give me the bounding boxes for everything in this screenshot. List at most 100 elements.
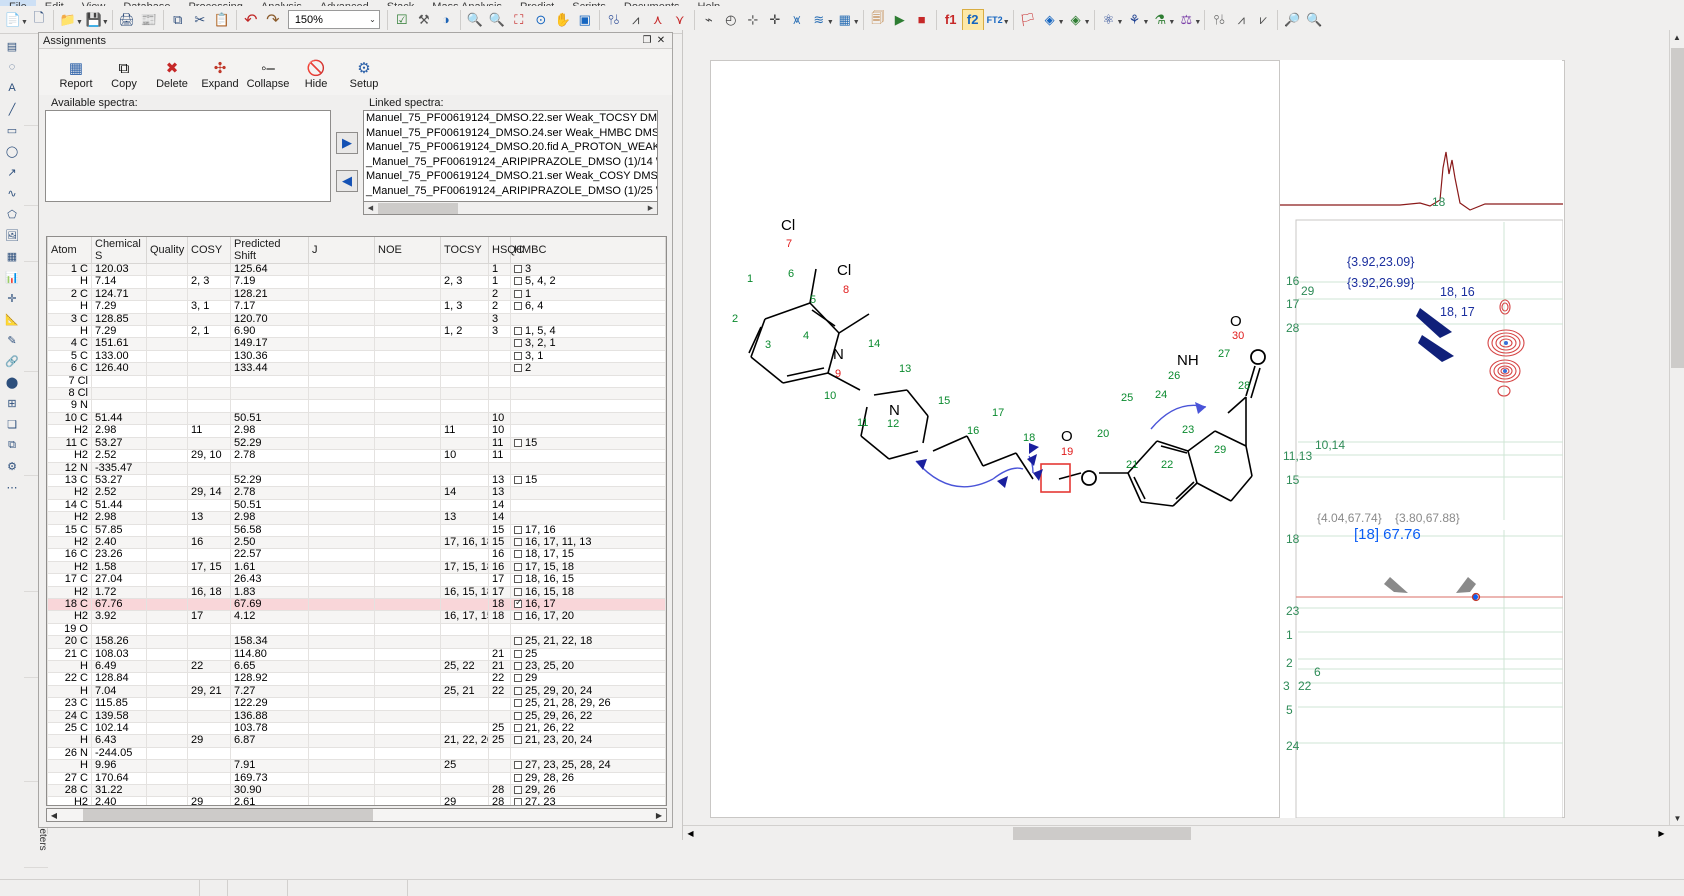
close-panel-button[interactable]: ✕ bbox=[654, 35, 668, 46]
atom-label-22[interactable]: 22 bbox=[1161, 459, 1173, 471]
measure-tool-icon[interactable]: 📐 bbox=[1, 309, 23, 329]
assignment-table-hscrollbar[interactable]: ◀ ▶ bbox=[46, 808, 667, 822]
collapse-button[interactable]: ◦– Collapse bbox=[245, 56, 291, 91]
expand-button[interactable]: ✣ Expand bbox=[197, 56, 243, 90]
table-row[interactable]: 16 C 23.26 22.57 16 18, 17, 15 bbox=[47, 548, 666, 562]
phase-icon[interactable]: ◴ bbox=[720, 9, 742, 31]
scroll-thumb[interactable] bbox=[1671, 48, 1684, 368]
new-from-template-button[interactable]: 🗋 bbox=[28, 9, 50, 31]
table-row[interactable]: 14 C 51.44 50.51 14 bbox=[47, 498, 666, 513]
scroll-track[interactable] bbox=[61, 809, 652, 821]
table-row[interactable]: H2 2.98 13 2.98 13 14 bbox=[47, 511, 666, 525]
atom-label-5[interactable]: 5 bbox=[810, 294, 816, 306]
column-header-tocsy[interactable]: TOCSY bbox=[440, 237, 489, 264]
table-row[interactable]: H 7.29 3, 1 7.17 1, 3 2 6, 4 bbox=[47, 300, 666, 314]
list-item[interactable]: Manuel_75_PF00619124_DMSO.20.fid A_PROTO… bbox=[364, 140, 657, 155]
hmbc-checkbox[interactable] bbox=[514, 339, 522, 348]
hmbc-checkbox[interactable] bbox=[514, 351, 522, 360]
atom-label-16[interactable]: 16 bbox=[967, 425, 979, 437]
undo-button[interactable]: ↶ bbox=[240, 9, 262, 31]
atom-label-18[interactable]: 18 bbox=[1023, 432, 1035, 444]
table-row[interactable]: 18 C67.76 67.69 18 16, 17 bbox=[47, 597, 666, 612]
atom-label-NH[interactable]: NH bbox=[1177, 352, 1199, 369]
fit-icon[interactable]: ▣ bbox=[574, 9, 596, 31]
assign-icon[interactable]: ⚗ bbox=[1149, 9, 1171, 31]
reference-icon[interactable]: ⊹ bbox=[742, 9, 764, 31]
copy-button[interactable]: ⧉ bbox=[167, 9, 189, 31]
layer-tool-icon[interactable]: ❏ bbox=[1, 414, 23, 434]
table-row[interactable]: 23 C 115.85 122.29 25, 21, 28, 29, 26 bbox=[47, 697, 666, 711]
spectrum-panel[interactable]: 18 16 29 17 28 11,13 10,14 15 18 23 1 2 6 3 22 5 24 {3.92… bbox=[1279, 60, 1563, 818]
verify-button[interactable]: ☑ bbox=[391, 9, 413, 31]
table-row[interactable]: H2 1.58 17, 15 1.61 17, 15, 18 16 17, 15, 18 bbox=[47, 560, 666, 575]
peak-picking-icon[interactable]: ⫯⫰ bbox=[603, 9, 625, 31]
image-tool-icon[interactable]: 🖼 bbox=[1, 225, 23, 245]
hmbc-checkbox[interactable] bbox=[514, 562, 522, 571]
table-row[interactable]: H 6.43 29 6.87 21, 22, 26 25 21, 23, 20, 24 bbox=[47, 734, 666, 748]
atom-label-7[interactable]: 7 bbox=[786, 238, 792, 250]
atom-label-O[interactable]: O bbox=[1230, 313, 1242, 330]
annotate-tool-icon[interactable]: ✎ bbox=[1, 330, 23, 350]
hmbc-checkbox[interactable] bbox=[514, 773, 522, 782]
cursor-icon[interactable]: ✛ bbox=[764, 9, 786, 31]
table-row[interactable]: 4 C 151.61 149.17 3, 2, 1 bbox=[47, 337, 666, 351]
group-tool-icon[interactable]: ⧉ bbox=[1, 435, 23, 455]
hmbc-checkbox[interactable] bbox=[514, 525, 522, 534]
scroll-up-icon[interactable]: ▲ bbox=[1670, 30, 1684, 45]
table-row[interactable]: 8 Cl bbox=[47, 387, 666, 401]
spectrum-compare-icon[interactable]: ⩙ bbox=[786, 9, 808, 31]
list-item[interactable]: Manuel_75_PF00619124_DMSO.24.ser Weak_HM… bbox=[364, 126, 657, 141]
table-row[interactable]: H 9.96 7.91 25 27, 23, 25, 28, 24 bbox=[47, 759, 666, 773]
grid-icon[interactable]: ▦ bbox=[834, 9, 856, 31]
table-row[interactable]: H2 2.98 11 2.98 11 10 bbox=[47, 424, 666, 438]
table-row[interactable]: 10 C 51.44 50.51 10 bbox=[47, 411, 666, 426]
atom-label-N[interactable]: N bbox=[833, 346, 844, 363]
atom-label-Cl[interactable]: Cl bbox=[781, 217, 795, 234]
atom-label-1[interactable]: 1 bbox=[747, 273, 753, 285]
zoom-in-icon[interactable]: 🔍 bbox=[464, 9, 486, 31]
delete-button[interactable]: ✖ Delete bbox=[149, 56, 195, 90]
atom-label-11[interactable]: 11 bbox=[857, 417, 868, 429]
atom-label-20[interactable]: 20 bbox=[1097, 428, 1109, 440]
column-header-noe[interactable]: NOE bbox=[374, 237, 441, 264]
column-header-predicted-shift[interactable]: Predicted Shift bbox=[230, 237, 309, 264]
hide-button[interactable]: 🚫 Hide bbox=[293, 56, 339, 90]
integrate-icon[interactable]: ⩘ bbox=[625, 9, 647, 31]
scroll-right-icon[interactable]: ▶ bbox=[652, 811, 666, 820]
hmbc-checkbox[interactable] bbox=[514, 662, 522, 670]
table-row[interactable]: 9 N bbox=[47, 399, 666, 413]
atom-label-N[interactable]: N bbox=[889, 402, 900, 419]
table-row[interactable]: 26 N -244.05 bbox=[47, 746, 666, 761]
crosshair-tool-icon[interactable]: ✛ bbox=[1, 288, 23, 308]
atom-label-15[interactable]: 15 bbox=[938, 395, 950, 407]
table-row[interactable]: 13 C 53.27 52.29 13 15 bbox=[47, 473, 666, 488]
ellipse-tool-icon[interactable]: ◯ bbox=[1, 141, 23, 161]
chart-tool-icon[interactable]: 📊 bbox=[1, 267, 23, 287]
table-row[interactable]: 12 N -335.47 bbox=[47, 461, 666, 475]
atom-label-8[interactable]: 8 bbox=[843, 284, 849, 296]
column-header-hmbc[interactable]: HMBC bbox=[510, 237, 666, 264]
hmbc-checkbox[interactable] bbox=[514, 575, 522, 584]
cosy-icon[interactable]: ◈ bbox=[1065, 9, 1087, 31]
stamp-tool-icon[interactable]: ⬤ bbox=[1, 372, 23, 392]
table-row[interactable]: 20 C 158.26 158.34 25, 21, 22, 18 bbox=[47, 635, 666, 649]
molecule-icon[interactable]: ⚛ bbox=[1098, 9, 1120, 31]
table-row[interactable]: 7 Cl bbox=[47, 374, 666, 389]
table-tool-icon[interactable]: ▦ bbox=[1, 246, 23, 266]
hmbc-checkbox[interactable] bbox=[514, 724, 522, 733]
hmbc-checkbox[interactable] bbox=[514, 786, 522, 795]
atom-label-21[interactable]: 21 bbox=[1126, 459, 1138, 471]
rect-tool-icon[interactable]: ▭ bbox=[1, 120, 23, 140]
f1-button[interactable]: f1 bbox=[940, 9, 962, 31]
hmbc-checkbox[interactable] bbox=[514, 600, 523, 608]
save-button[interactable]: 💾 bbox=[83, 9, 105, 31]
hmbc-checkbox[interactable] bbox=[514, 637, 522, 646]
table-row[interactable]: 1 C 120.03 125.64 1 3 bbox=[47, 262, 666, 277]
hmbc-checkbox[interactable] bbox=[514, 327, 522, 336]
table-row[interactable]: 6 C 126.40 133.44 2 bbox=[47, 362, 666, 376]
atom-label-10[interactable]: 10 bbox=[824, 390, 836, 402]
atom-label-13[interactable]: 13 bbox=[899, 363, 911, 375]
scroll-right-icon[interactable]: ▶ bbox=[644, 204, 657, 212]
atom-label-29[interactable]: 29 bbox=[1214, 444, 1226, 456]
f2-button[interactable]: f2 bbox=[961, 8, 984, 31]
